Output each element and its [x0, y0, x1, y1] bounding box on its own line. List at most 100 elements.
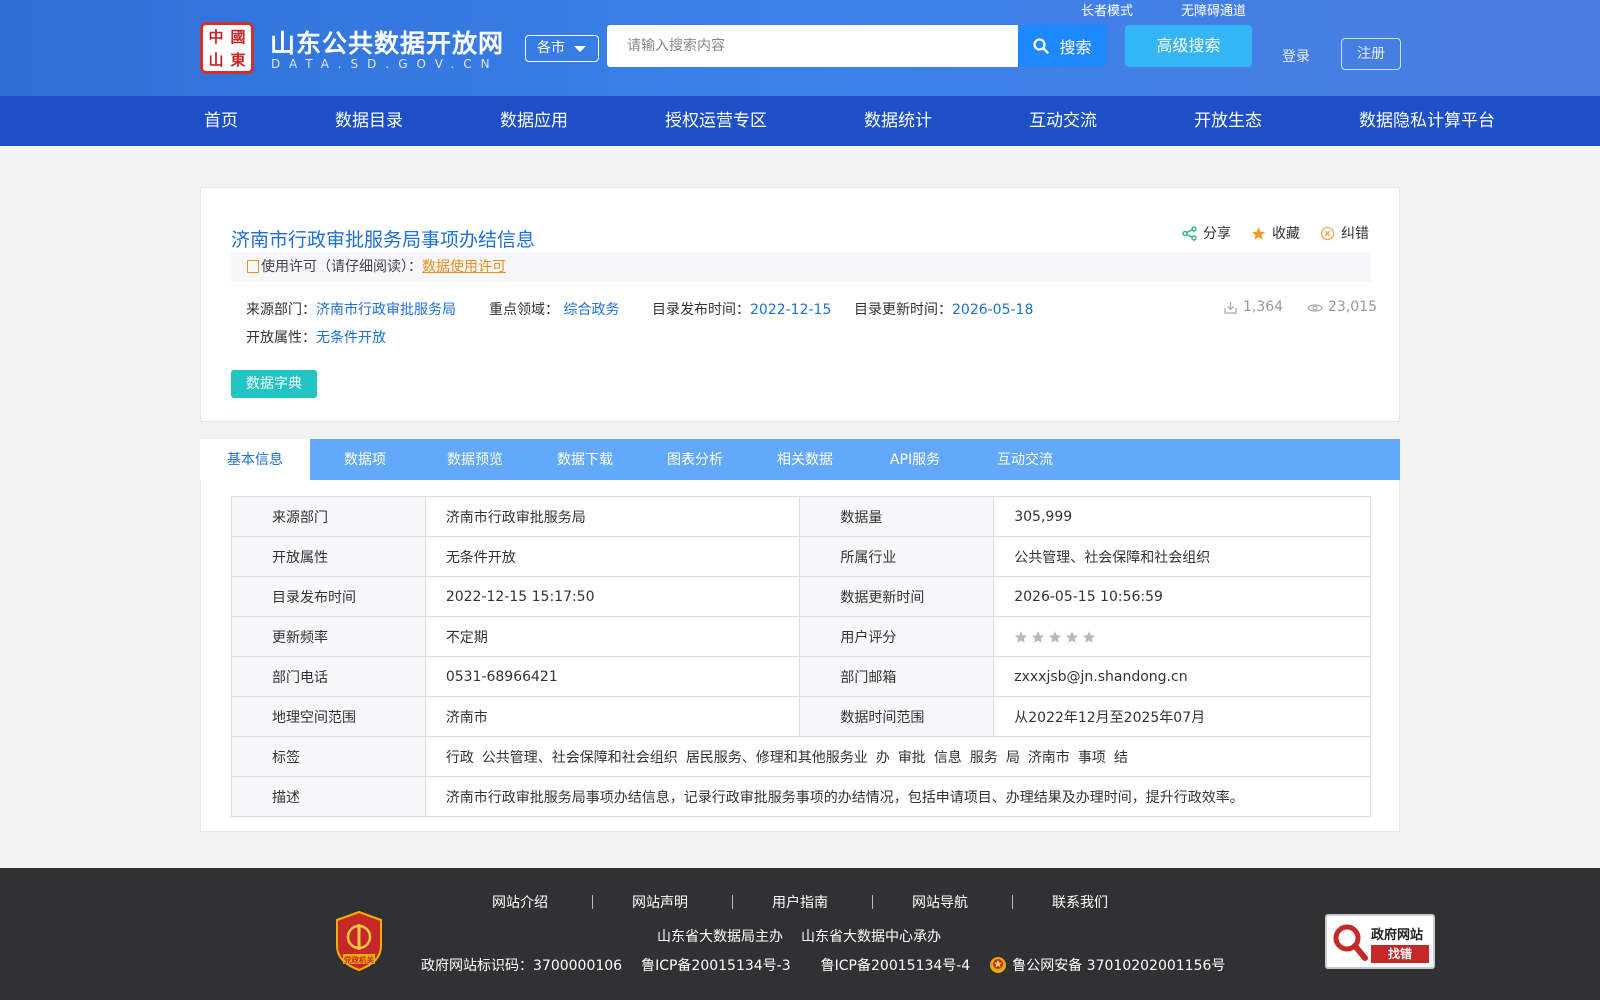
meta-update-value: 2026-05-18: [952, 302, 1034, 318]
login-link[interactable]: 登录: [1282, 46, 1310, 66]
tab-related-data[interactable]: 相关数据: [750, 439, 860, 480]
footer-icp-3[interactable]: 鲁ICP备20015134号-3: [641, 955, 791, 975]
tag-item[interactable]: 公共管理、社会保障和社会组织: [482, 750, 678, 766]
elder-mode-link[interactable]: 长者模式: [1081, 0, 1133, 19]
tag-item[interactable]: 服务: [970, 750, 998, 766]
meta-source-label: 来源部门：: [246, 302, 316, 318]
gov-check-title: 政府网站: [1371, 928, 1424, 943]
footer-link-guide[interactable]: 用户指南: [772, 892, 828, 912]
tag-item[interactable]: 办: [876, 750, 890, 766]
footer-link-statement[interactable]: 网站声明: [632, 892, 688, 912]
nav-item-authorized-ops[interactable]: 授权运营专区: [665, 96, 767, 146]
correct-label: 纠错: [1341, 226, 1369, 242]
meta-source: 来源部门：济南市行政审批服务局: [246, 299, 456, 319]
footer-police-record[interactable]: 鲁公网安备 37010202001156号: [1012, 955, 1225, 975]
table-value: zxxxjsb@jn.shandong.cn: [993, 656, 1371, 697]
tag-item[interactable]: 结: [1114, 750, 1128, 766]
license-bar: 使用许可（请仔细阅读）：数据使用许可: [231, 252, 1371, 282]
footer-link-contact[interactable]: 联系我们: [1052, 892, 1108, 912]
footer-divider: [1012, 895, 1013, 909]
table-label: 开放属性: [231, 536, 426, 577]
gov-site-error-report[interactable]: 政府网站 找错: [1325, 914, 1435, 969]
meta-update-label: 目录更新时间：: [854, 302, 952, 318]
footer-host-info: 山东省大数据局主办 山东省大数据中心承办: [657, 926, 959, 946]
tag-item[interactable]: 信息: [934, 750, 962, 766]
nav-item-privacy-computing[interactable]: 数据隐私计算平台: [1359, 96, 1495, 146]
tab-basic-info[interactable]: 基本信息: [200, 439, 310, 480]
meta-open-label: 开放属性：: [246, 330, 316, 346]
table-label: 部门邮箱: [799, 656, 995, 697]
footer-icp-4[interactable]: 鲁ICP备20015134号-4: [821, 955, 971, 975]
download-icon: [1224, 301, 1237, 314]
star-icon[interactable]: [1031, 630, 1045, 644]
site-domain: DATA.SD.GOV.CN: [271, 57, 499, 71]
error-report-icon: [1320, 226, 1335, 240]
star-icon[interactable]: [1014, 630, 1028, 644]
chevron-down-icon: [574, 46, 586, 52]
party-government-badge[interactable]: 党政机关: [333, 910, 385, 972]
tag-item[interactable]: 局: [1006, 750, 1020, 766]
footer-divider: [732, 895, 733, 909]
tag-item[interactable]: 居民服务、修理和其他服务业: [686, 750, 868, 766]
tag-item[interactable]: 事项: [1078, 750, 1106, 766]
table-value: 无条件开放: [424, 536, 801, 577]
nav-item-ecosystem[interactable]: 开放生态: [1194, 96, 1262, 146]
table-value: 济南市行政审批服务局: [424, 496, 801, 537]
table-row: 描述 济南市行政审批服务局事项办结信息，记录行政审批服务事项的办结情况，包括申请…: [231, 776, 1372, 817]
footer-undertake: 山东省大数据中心承办: [801, 929, 941, 945]
meta-domain-value[interactable]: 综合政务: [563, 302, 619, 318]
footer-host: 山东省大数据局主办: [657, 929, 783, 945]
nav-item-apps[interactable]: 数据应用: [500, 96, 568, 146]
table-row: 来源部门 济南市行政审批服务局 数据量 305,999: [231, 496, 1371, 537]
meta-open: 开放属性：无条件开放: [246, 327, 386, 347]
tag-item[interactable]: 审批: [898, 750, 926, 766]
search-button[interactable]: 搜索: [1018, 25, 1107, 67]
tab-data-download[interactable]: 数据下载: [530, 439, 640, 480]
nav-item-catalog[interactable]: 数据目录: [335, 96, 403, 146]
accessibility-link[interactable]: 无障碍通道: [1181, 0, 1246, 19]
rating-cell: [993, 616, 1371, 657]
meta-update: 目录更新时间：2026-05-18: [854, 299, 1033, 319]
correct-button[interactable]: 纠错: [1320, 223, 1369, 243]
tag-item[interactable]: 行政: [446, 750, 474, 766]
rating-stars[interactable]: [1014, 630, 1096, 644]
city-select[interactable]: 各市: [525, 35, 599, 62]
data-dictionary-button[interactable]: 数据字典: [231, 370, 317, 398]
footer-registration: 政府网站标识码：3700000106 鲁ICP备20015134号-3 鲁ICP…: [421, 955, 1225, 975]
meta-source-value[interactable]: 济南市行政审批服务局: [316, 302, 456, 318]
tab-data-preview[interactable]: 数据预览: [420, 439, 530, 480]
party-badge-icon: 党政机关: [336, 910, 382, 972]
tab-data-items[interactable]: 数据项: [310, 439, 420, 480]
nav-item-home[interactable]: 首页: [204, 96, 238, 146]
nav-item-statistics[interactable]: 数据统计: [864, 96, 932, 146]
download-count: 1,364: [1223, 299, 1283, 315]
city-select-value: 各市: [537, 40, 565, 56]
logo-char: 國: [230, 27, 246, 46]
site-logo[interactable]: 中 國 山 東: [200, 22, 254, 74]
star-icon[interactable]: [1048, 630, 1062, 644]
footer-link-about[interactable]: 网站介绍: [492, 892, 548, 912]
search-input[interactable]: [607, 25, 1018, 67]
tab-api-service[interactable]: API服务: [860, 439, 970, 480]
share-icon: [1182, 225, 1197, 241]
dataset-summary-card: 济南市行政审批服务局事项办结信息 分享 收藏 纠错 使用许可（请仔细阅读）：数据…: [200, 187, 1400, 422]
star-icon[interactable]: [1065, 630, 1079, 644]
share-button[interactable]: 分享: [1182, 223, 1231, 243]
favorite-button[interactable]: 收藏: [1251, 223, 1300, 243]
table-row: 部门电话 0531-68966421 部门邮箱 zxxxjsb@jn.shand…: [231, 656, 1371, 697]
register-button[interactable]: 注册: [1341, 38, 1401, 70]
nav-item-interaction[interactable]: 互动交流: [1029, 96, 1097, 146]
meta-publish-value: 2022-12-15: [750, 302, 832, 318]
tab-chart-analysis[interactable]: 图表分析: [640, 439, 750, 480]
star-icon[interactable]: [1082, 630, 1096, 644]
table-label: 来源部门: [231, 496, 426, 537]
search-icon: [1033, 38, 1050, 54]
site-header: 中 國 山 東 山东公共数据开放网 DATA.SD.GOV.CN 各市 搜索 高…: [0, 0, 1600, 96]
advanced-search-button[interactable]: 高级搜索: [1125, 25, 1252, 67]
tag-item[interactable]: 济南市: [1028, 750, 1070, 766]
party-badge-text: 党政机关: [344, 955, 374, 965]
meta-domain: 重点领域： 综合政务: [489, 299, 619, 319]
tab-interaction[interactable]: 互动交流: [970, 439, 1080, 480]
license-link[interactable]: 数据使用许可: [422, 259, 506, 275]
footer-link-sitemap[interactable]: 网站导航: [912, 892, 968, 912]
